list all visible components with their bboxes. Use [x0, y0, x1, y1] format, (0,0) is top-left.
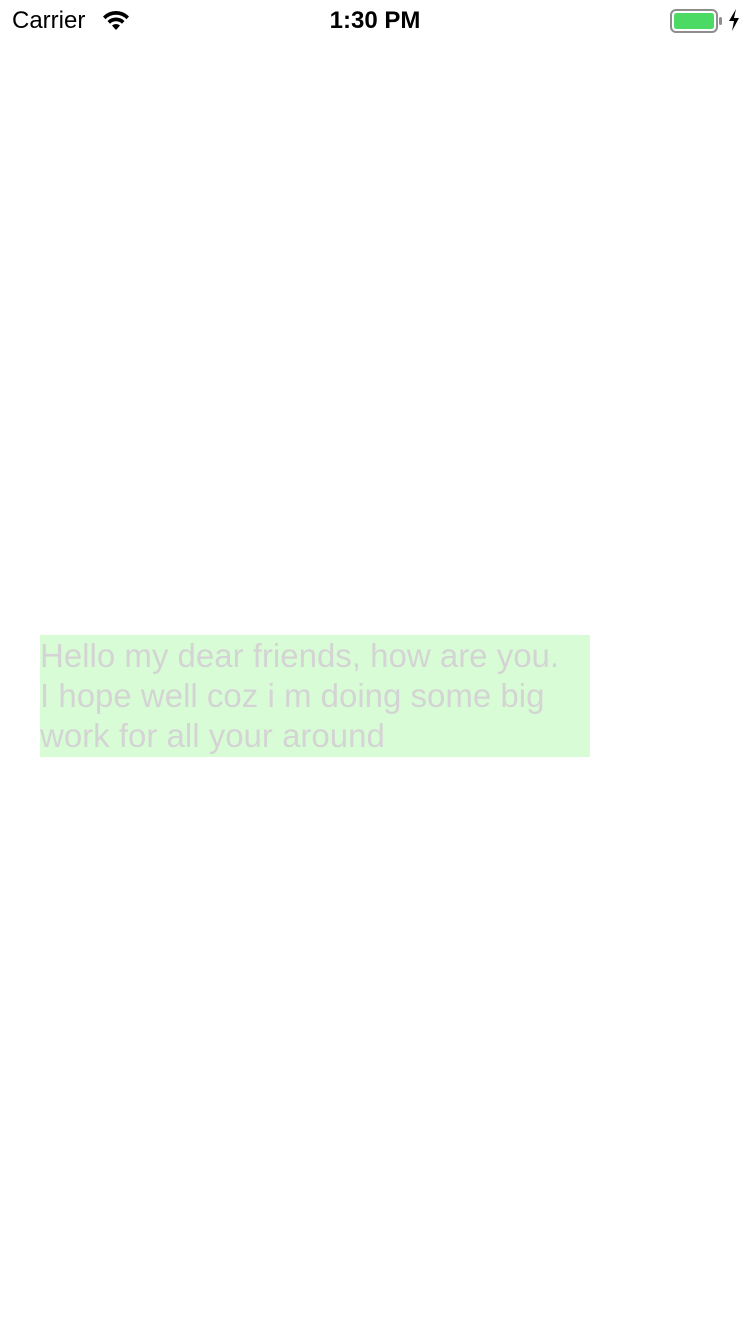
- message-label-container: Hello my dear friends, how are you. I ho…: [40, 635, 590, 757]
- clock: 1:30 PM: [329, 7, 421, 34]
- status-bar: Carrier 1:30 PM: [0, 0, 750, 40]
- message-text: Hello my dear friends, how are you. I ho…: [40, 637, 560, 754]
- battery-icon: [670, 9, 722, 33]
- charging-icon: [729, 9, 739, 31]
